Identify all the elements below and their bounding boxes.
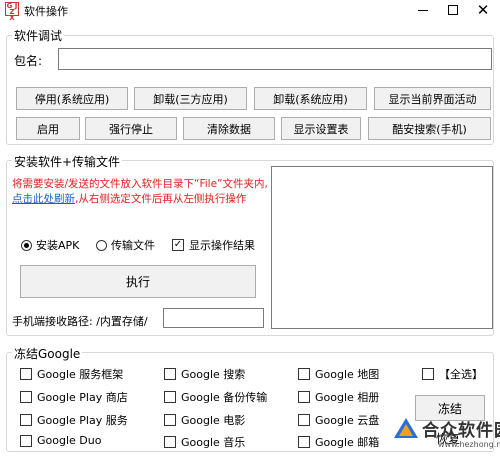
install-transfer-group-label: 安装软件+传输文件 [12, 153, 123, 170]
checkbox-google-framework[interactable]: Google 服务框架 [20, 366, 123, 382]
watermark-logo-icon [394, 418, 418, 438]
install-instructions: 将需要安装/发送的文件放入软件目录下“File”文件夹内, 点击此处刷新,从右侧选… [12, 177, 268, 207]
maximize-button[interactable] [438, 0, 468, 20]
disable-system-app-button[interactable]: 停用(系统应用) [16, 87, 128, 110]
select-all-label: 【全选】 [439, 368, 483, 381]
refresh-link[interactable]: 点击此处刷新 [12, 193, 75, 205]
select-all-checkbox[interactable]: 【全选】 [422, 366, 483, 382]
checkbox-label: Google 搜索 [181, 368, 246, 381]
checkbox-google-photos[interactable]: Google 相册 [298, 389, 379, 405]
checkbox-box [298, 414, 310, 426]
minimize-button[interactable] [408, 0, 438, 20]
checkbox-box [20, 368, 32, 380]
checkbox-google-backup[interactable]: Google 备份传输 [164, 389, 267, 405]
checkbox-label: Google 相册 [315, 391, 380, 404]
freeze-google-group-label: 冻结Google [12, 345, 83, 362]
window-title: 软件操作 [24, 5, 68, 18]
checkbox-label: Google 备份传输 [181, 391, 268, 404]
uninstall-system-app-button[interactable]: 卸载(系统应用) [254, 87, 367, 110]
checkbox-box [20, 391, 32, 403]
check-icon: ✓ [172, 239, 184, 251]
checkbox-label: Google Duo [37, 434, 102, 447]
close-icon: ✕ [476, 0, 490, 19]
transfer-file-label: 传输文件 [111, 239, 155, 252]
checkbox-label: Google 音乐 [181, 436, 246, 449]
show-settings-table-button[interactable]: 显示设置表 [281, 117, 361, 140]
show-result-checkbox[interactable]: ✓ 显示操作结果 [172, 237, 255, 253]
checkbox-google-search[interactable]: Google 搜索 [164, 366, 245, 382]
watermark: 合众软件园 www.hezhong.net [392, 414, 500, 459]
checkbox-google-play-store[interactable]: Google Play 商店 [20, 389, 128, 405]
checkbox-label: Google 云盘 [315, 414, 380, 427]
receive-path-input[interactable] [163, 308, 264, 328]
checkbox-google-movies[interactable]: Google 电影 [164, 412, 245, 428]
checkbox-box [20, 414, 32, 426]
clear-data-button[interactable]: 清除数据 [183, 117, 275, 140]
software-debug-group-label: 软件调试 [12, 27, 65, 44]
force-stop-button[interactable]: 强行停止 [85, 117, 177, 140]
enable-button[interactable]: 启用 [16, 117, 80, 140]
checkbox-box [298, 391, 310, 403]
transfer-file-radio[interactable]: 传输文件 [96, 237, 155, 253]
checkbox-label: Google 服务框架 [37, 368, 124, 381]
checkbox-box [164, 414, 176, 426]
execute-button[interactable]: 执行 [20, 265, 256, 298]
checkbox-box [164, 436, 176, 448]
checkbox-box [422, 368, 434, 380]
checkbox-label: Google 电影 [181, 414, 246, 427]
coolapk-search-button[interactable]: 酷安搜索(手机) [368, 117, 491, 140]
title-bar: G JZ X 软件操作 ✕ [0, 0, 500, 22]
checkbox-box [20, 434, 32, 447]
show-current-activity-button[interactable]: 显示当前界面活动 [374, 87, 491, 110]
checkbox-label: Google 邮箱 [315, 436, 380, 449]
checkbox-google-gmail[interactable]: Google 邮箱 [298, 434, 379, 450]
checkbox-box [298, 436, 310, 448]
show-result-label: 显示操作结果 [189, 239, 255, 252]
checkbox-box [298, 368, 310, 380]
package-name-label: 包名: [14, 54, 43, 68]
checkbox-label: Google Play 服务 [37, 414, 128, 427]
install-apk-label: 安装APK [36, 239, 80, 252]
receive-path-label: 手机端接收路径: /内置存储/ [12, 315, 148, 328]
watermark-text: 合众软件园 [422, 421, 500, 441]
checkbox-google-drive[interactable]: Google 云盘 [298, 412, 379, 428]
uninstall-third-party-button[interactable]: 卸载(三方应用) [134, 87, 247, 110]
package-name-input[interactable] [58, 48, 492, 70]
minimize-icon [418, 9, 428, 11]
checkbox-box [164, 368, 176, 380]
app-logo-icon: G JZ X [5, 2, 19, 22]
checkbox-google-play-services[interactable]: Google Play 服务 [20, 412, 128, 428]
file-list-box[interactable] [271, 166, 493, 329]
checkbox-google-maps[interactable]: Google 地图 [298, 366, 379, 382]
instructions-text-2: ,从右侧选定文件后再从左侧执行操作 [75, 193, 247, 205]
instructions-text-1: 将需要安装/发送的文件放入软件目录下“File”文件夹内, [12, 178, 268, 190]
transfer-file-radio-dot [96, 239, 107, 251]
checkbox-label: Google Play 商店 [37, 391, 128, 404]
checkbox-box [164, 391, 176, 403]
checkbox-label: Google 地图 [315, 368, 380, 381]
checkbox-google-music[interactable]: Google 音乐 [164, 434, 245, 450]
install-apk-radio-dot [21, 239, 32, 251]
close-button[interactable]: ✕ [468, 0, 498, 20]
watermark-url: www.hezhong.net [438, 440, 500, 449]
install-apk-radio[interactable]: 安装APK [21, 237, 79, 253]
maximize-icon [448, 5, 458, 15]
checkbox-google-duo[interactable]: Google Duo [20, 434, 101, 447]
